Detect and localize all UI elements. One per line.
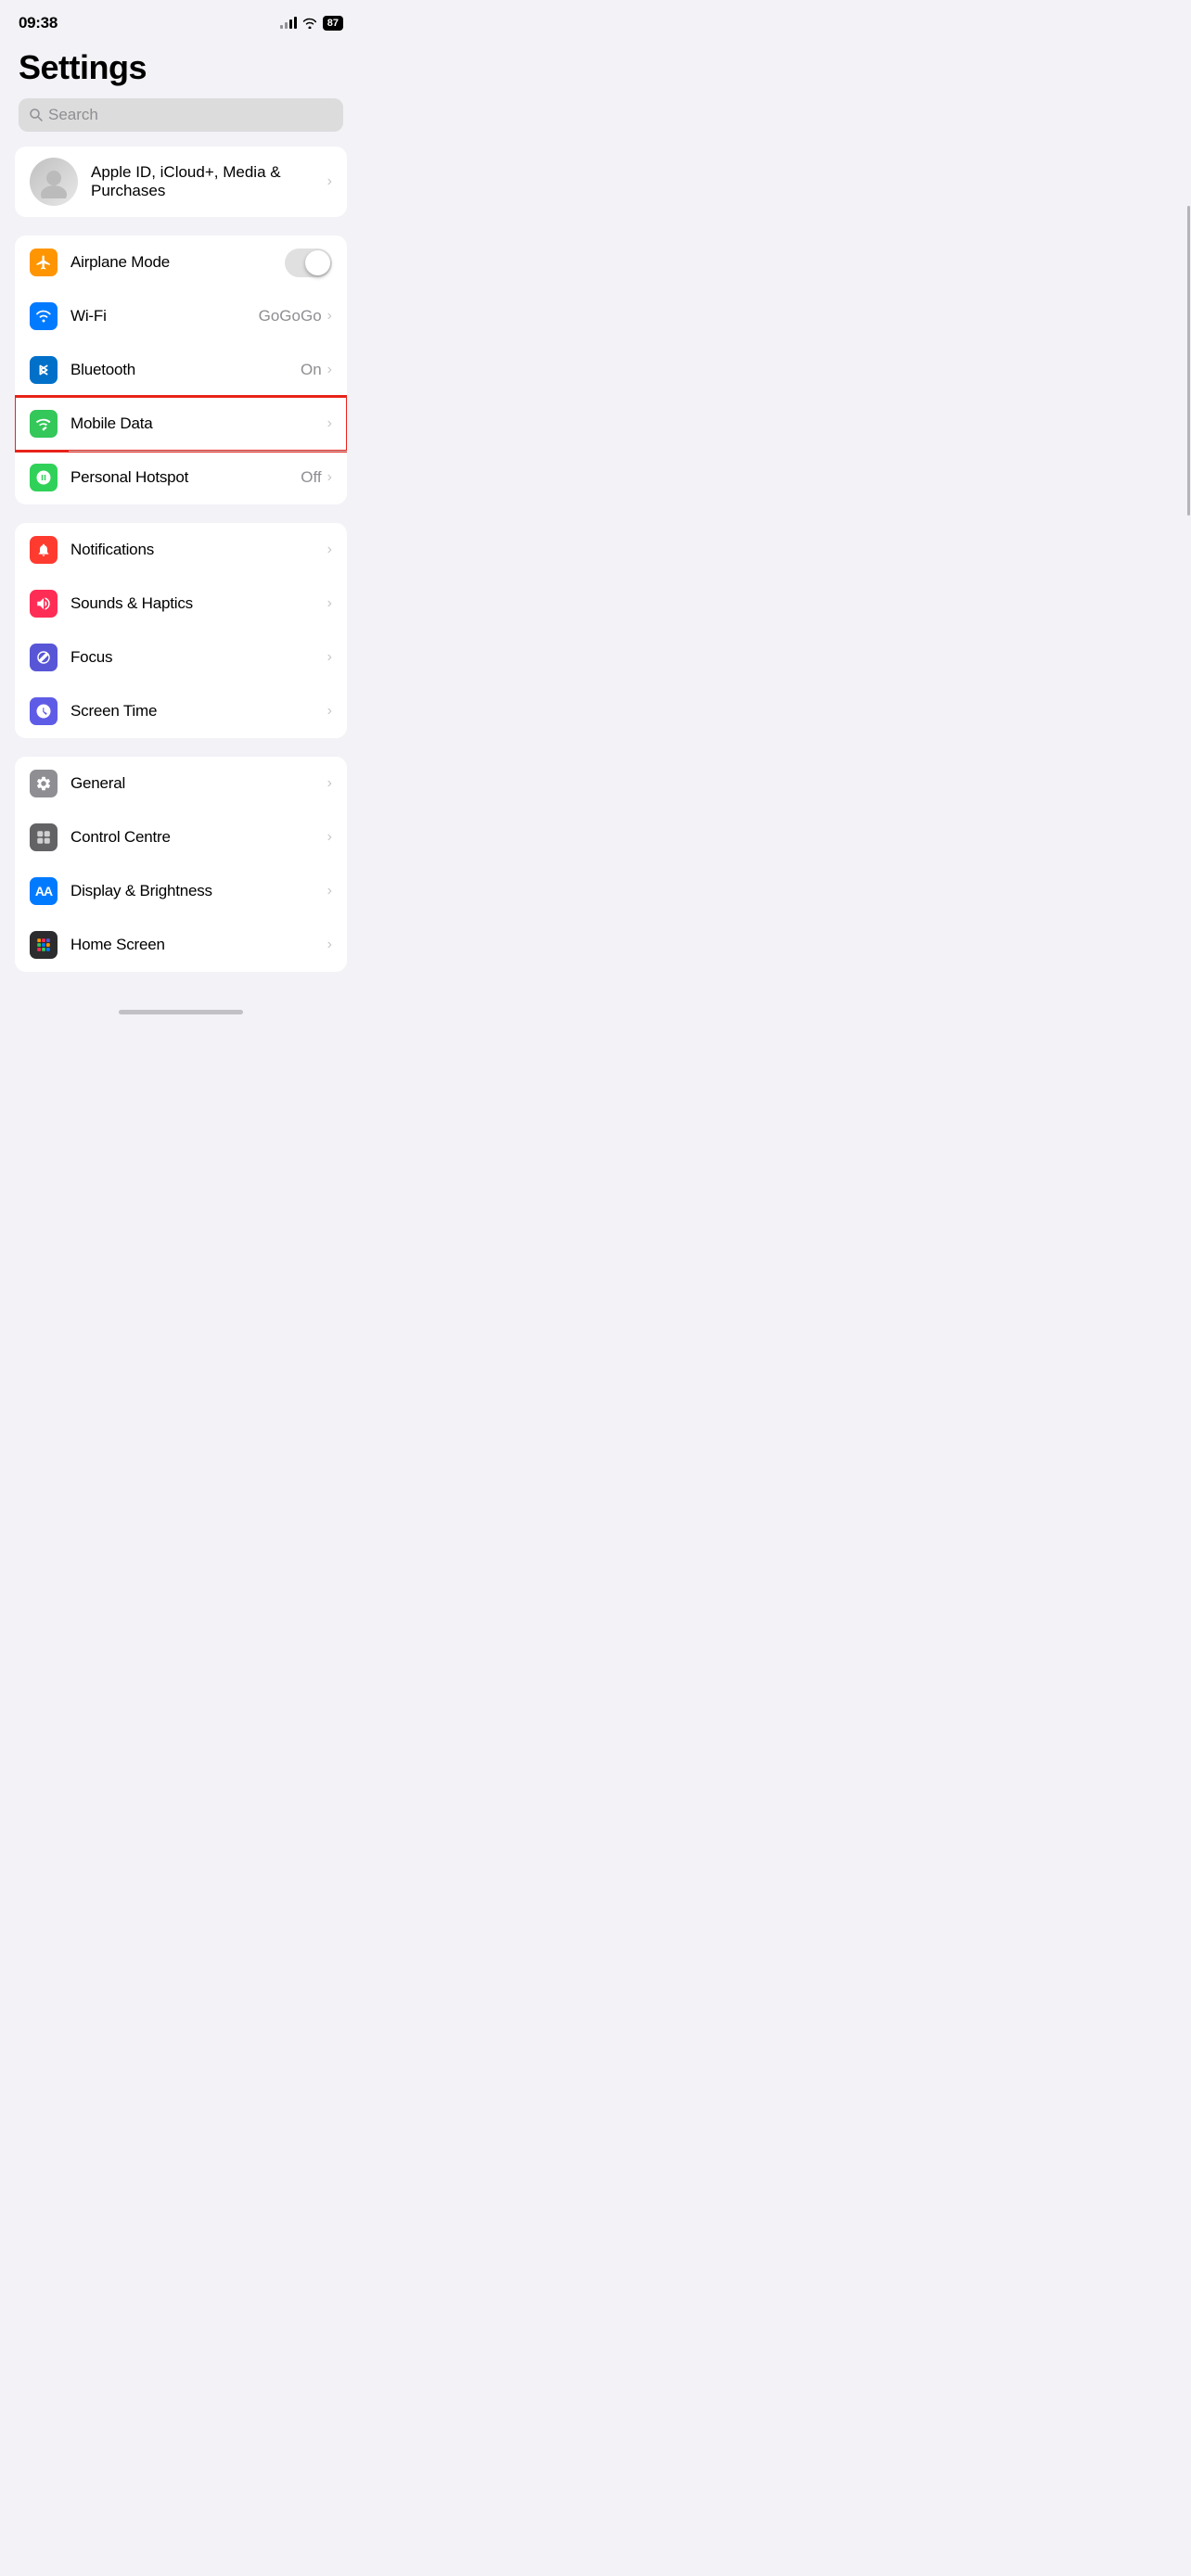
focus-chevron: › <box>327 649 332 666</box>
display-brightness-icon: AA <box>30 877 58 905</box>
screen-time-row[interactable]: Screen Time › <box>15 684 347 738</box>
cellular-signal-icon <box>280 18 297 29</box>
bluetooth-label: Bluetooth <box>70 361 301 379</box>
notifications-row[interactable]: Notifications › <box>15 523 347 577</box>
search-placeholder: Search <box>48 106 98 124</box>
wifi-label: Wi-Fi <box>70 307 259 325</box>
airplane-mode-row[interactable]: Airplane Mode <box>15 236 347 289</box>
control-centre-label: Control Centre <box>70 828 327 847</box>
wifi-chevron: › <box>327 308 332 325</box>
status-time: 09:38 <box>19 14 58 32</box>
general-row[interactable]: General › <box>15 757 347 810</box>
sounds-haptics-chevron: › <box>327 595 332 612</box>
general-group: General › Control Centre › AA Display & … <box>15 757 347 972</box>
bluetooth-row[interactable]: Bluetooth On › <box>15 343 347 397</box>
focus-icon <box>30 644 58 671</box>
display-brightness-chevron: › <box>327 883 332 899</box>
general-chevron: › <box>327 775 332 792</box>
notifications-group: Notifications › Sounds & Haptics › Focus… <box>15 523 347 738</box>
status-icons: 87 <box>280 16 343 31</box>
display-brightness-row[interactable]: AA Display & Brightness › <box>15 864 347 918</box>
home-screen-icon <box>30 931 58 959</box>
notifications-label: Notifications <box>70 541 327 559</box>
display-brightness-label: Display & Brightness <box>70 882 327 900</box>
status-bar: 09:38 87 <box>0 0 362 41</box>
control-centre-icon <box>30 823 58 851</box>
wifi-value: GoGoGo <box>259 307 322 325</box>
bluetooth-chevron: › <box>327 362 332 378</box>
connectivity-group: Airplane Mode Wi-Fi GoGoGo › Bluetooth O… <box>15 236 347 504</box>
search-bar[interactable]: Search <box>19 98 343 132</box>
screen-time-label: Screen Time <box>70 702 327 721</box>
wifi-icon <box>30 302 58 330</box>
general-label: General <box>70 774 327 793</box>
general-icon <box>30 770 58 797</box>
screen-time-chevron: › <box>327 703 332 720</box>
screen-time-icon <box>30 697 58 725</box>
personal-hotspot-label: Personal Hotspot <box>70 468 301 487</box>
sounds-haptics-label: Sounds & Haptics <box>70 594 327 613</box>
battery-indicator: 87 <box>323 16 343 31</box>
apple-id-label: Apple ID, iCloud+, Media & Purchases <box>91 163 327 200</box>
scrollbar-track <box>1187 0 1191 2576</box>
personal-hotspot-icon <box>30 464 58 491</box>
home-screen-row[interactable]: Home Screen › <box>15 918 347 972</box>
wifi-status-icon <box>302 18 317 29</box>
mobile-data-label: Mobile Data <box>70 414 327 433</box>
home-screen-chevron: › <box>327 937 332 953</box>
wifi-row[interactable]: Wi-Fi GoGoGo › <box>15 289 347 343</box>
home-screen-label: Home Screen <box>70 936 327 954</box>
search-icon <box>30 108 43 121</box>
bluetooth-icon <box>30 356 58 384</box>
apple-id-chevron: › <box>327 173 332 190</box>
notifications-chevron: › <box>327 542 332 558</box>
notifications-icon <box>30 536 58 564</box>
airplane-mode-icon <box>30 249 58 276</box>
control-centre-chevron: › <box>327 829 332 846</box>
home-indicator <box>119 1010 243 1014</box>
personal-hotspot-row[interactable]: Personal Hotspot Off › <box>15 451 347 504</box>
personal-hotspot-chevron: › <box>327 469 332 486</box>
sounds-haptics-row[interactable]: Sounds & Haptics › <box>15 577 347 631</box>
control-centre-row[interactable]: Control Centre › <box>15 810 347 864</box>
scrollbar-thumb <box>1187 206 1190 515</box>
focus-row[interactable]: Focus › <box>15 631 347 684</box>
page-title: Settings <box>0 41 362 98</box>
personal-hotspot-value: Off <box>301 468 321 487</box>
airplane-mode-label: Airplane Mode <box>70 253 277 272</box>
mobile-data-chevron: › <box>327 415 332 432</box>
apple-id-text: Apple ID, iCloud+, Media & Purchases <box>91 163 327 200</box>
bluetooth-value: On <box>301 361 322 379</box>
airplane-mode-toggle[interactable] <box>285 249 332 277</box>
apple-id-row[interactable]: Apple ID, iCloud+, Media & Purchases › <box>15 147 347 217</box>
mobile-data-icon <box>30 410 58 438</box>
mobile-data-row[interactable]: Mobile Data › <box>15 397 347 451</box>
avatar <box>30 158 78 206</box>
focus-label: Focus <box>70 648 327 667</box>
sounds-haptics-icon <box>30 590 58 618</box>
